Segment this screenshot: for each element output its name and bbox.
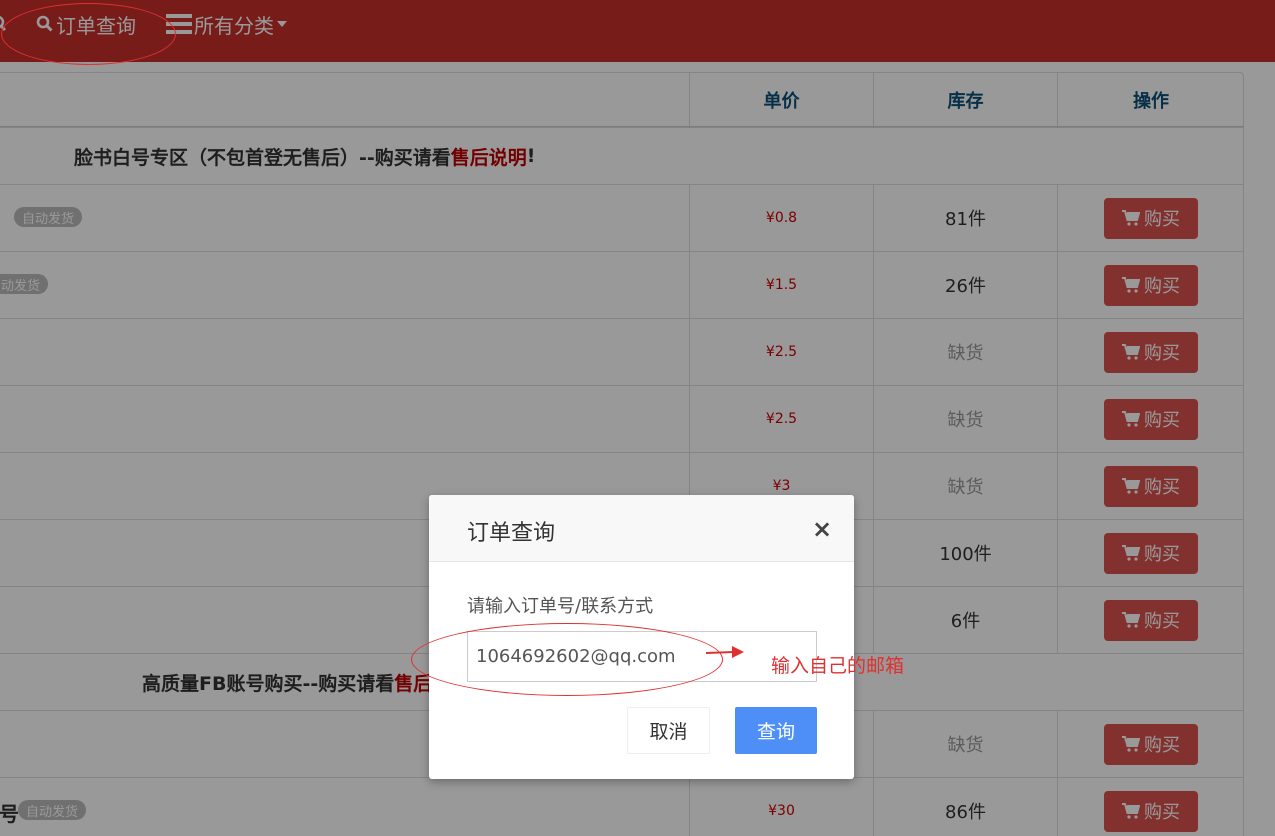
annotation-arrow-icon <box>706 646 744 658</box>
cancel-button[interactable]: 取消 <box>627 707 710 754</box>
close-icon[interactable]: × <box>812 517 832 541</box>
annotation-ellipse-nav <box>1 3 176 65</box>
annotation-ellipse-input <box>411 623 723 696</box>
modal-header: 订单查询 × <box>429 495 854 562</box>
annotation-text: 输入自己的邮箱 <box>771 655 905 677</box>
modal-title: 订单查询 <box>467 521 556 546</box>
query-button[interactable]: 查询 <box>735 707 817 754</box>
modal-input-label: 请输入订单号/联系方式 <box>467 596 654 617</box>
